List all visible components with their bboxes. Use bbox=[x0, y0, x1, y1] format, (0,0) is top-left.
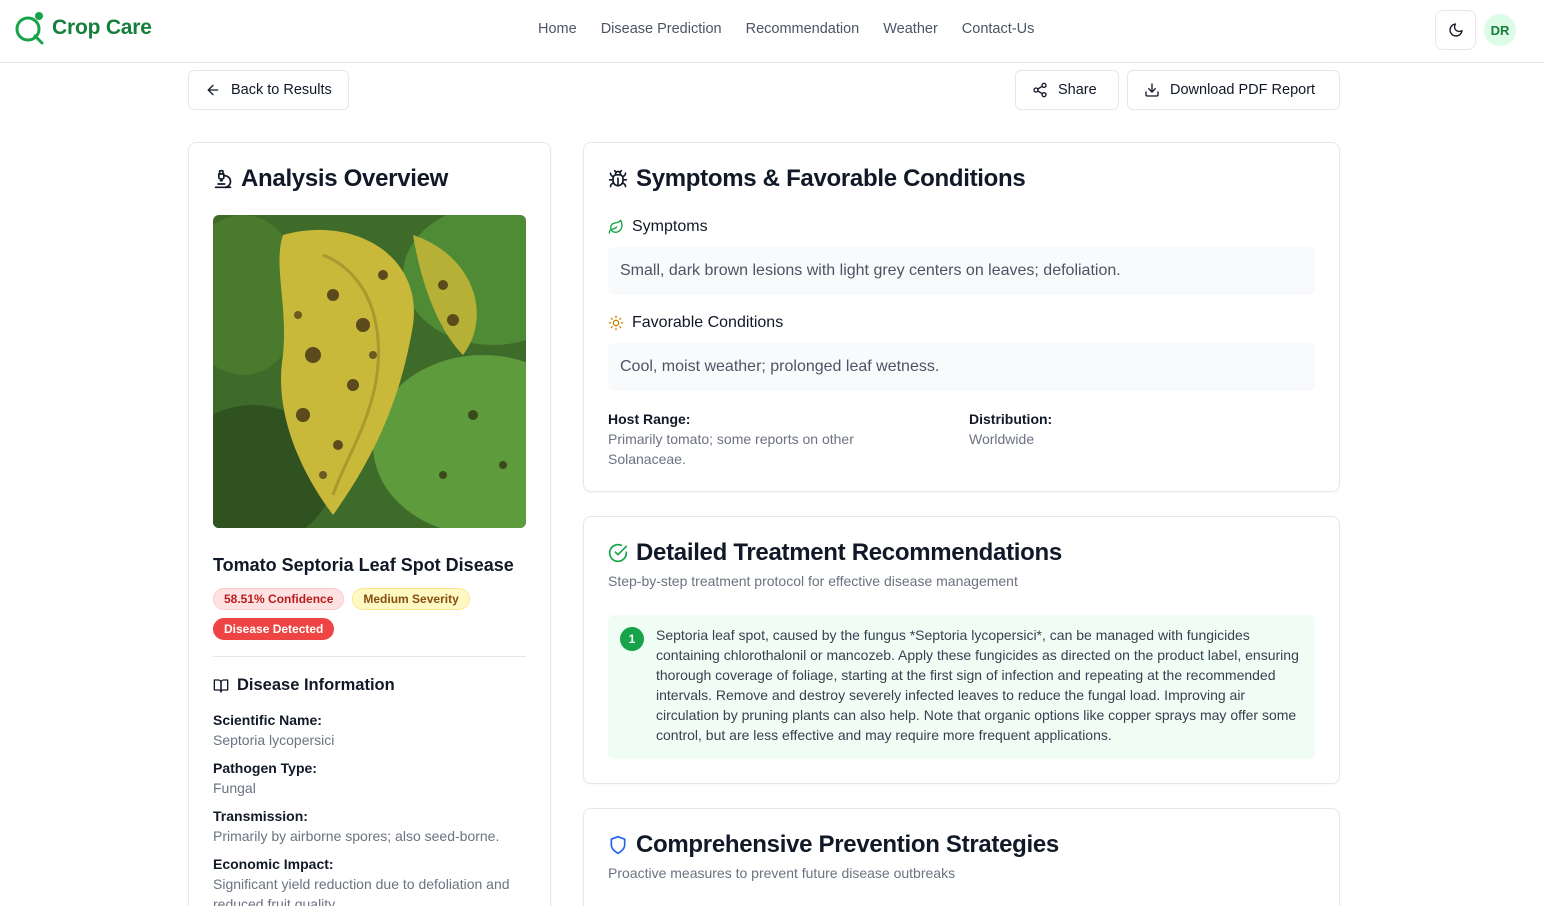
download-pdf-button[interactable]: Download PDF Report bbox=[1127, 70, 1340, 110]
info-economic-impact: Economic Impact: Significant yield reduc… bbox=[213, 854, 526, 906]
nav-weather[interactable]: Weather bbox=[883, 21, 938, 37]
share-label: Share bbox=[1058, 82, 1097, 98]
analysis-overview-title: Analysis Overview bbox=[241, 165, 449, 192]
status-badges: 58.51% Confidence Medium Severity Diseas… bbox=[213, 588, 526, 640]
symptoms-subheading: Symptoms bbox=[608, 218, 708, 236]
nav-disease-prediction[interactable]: Disease Prediction bbox=[601, 21, 722, 37]
microscope-icon bbox=[213, 168, 233, 190]
info-transmission: Transmission: Primarily by airborne spor… bbox=[213, 806, 526, 846]
info-value: Significant yield reduction due to defol… bbox=[213, 876, 510, 906]
symptoms-conditions-card: Symptoms & Favorable Conditions Symptoms… bbox=[583, 142, 1340, 492]
prevention-title: Comprehensive Prevention Strategies bbox=[636, 831, 1059, 858]
info-label: Pathogen Type: bbox=[213, 760, 317, 776]
prevention-heading: Comprehensive Prevention Strategies bbox=[608, 831, 1059, 859]
distribution: Distribution: Worldwide bbox=[969, 409, 1309, 449]
favorable-conditions-label: Favorable Conditions bbox=[632, 314, 784, 331]
disease-info-list: Scientific Name: Septoria lycopersici Pa… bbox=[213, 710, 526, 906]
disease-information-heading: Disease Information bbox=[213, 676, 395, 695]
info-value: Primarily by airborne spores; also seed-… bbox=[213, 828, 500, 844]
favorable-conditions-box: Cool, moist weather; prolonged leaf wetn… bbox=[608, 343, 1315, 391]
treatment-subtitle: Step-by-step treatment protocol for effe… bbox=[608, 573, 1018, 589]
prevention-strategies-card: Comprehensive Prevention Strategies Proa… bbox=[583, 808, 1340, 906]
info-label: Scientific Name: bbox=[213, 712, 322, 728]
share-button[interactable]: Share bbox=[1015, 70, 1119, 110]
bug-icon bbox=[608, 169, 628, 189]
share-icon bbox=[1032, 82, 1048, 98]
symptoms-box: Small, dark brown lesions with light gre… bbox=[608, 247, 1315, 295]
check-circle-icon bbox=[608, 543, 628, 563]
disease-information-title: Disease Information bbox=[237, 676, 395, 694]
top-navbar: Crop Care Home Disease Prediction Recomm… bbox=[0, 0, 1545, 63]
nav-recommendation[interactable]: Recommendation bbox=[746, 21, 860, 37]
crop-care-logo-icon bbox=[14, 11, 46, 45]
treatment-recommendations-card: Detailed Treatment Recommendations Step-… bbox=[583, 516, 1340, 784]
book-open-icon bbox=[213, 678, 229, 694]
treatment-step: 1 Septoria leaf spot, caused by the fung… bbox=[608, 615, 1315, 759]
download-icon bbox=[1144, 82, 1160, 98]
severity-badge: Medium Severity bbox=[352, 588, 470, 610]
user-avatar[interactable]: DR bbox=[1484, 14, 1516, 46]
host-range: Host Range: Primarily tomato; some repor… bbox=[608, 409, 948, 469]
distribution-label: Distribution: bbox=[969, 411, 1053, 427]
info-value: Septoria lycopersici bbox=[213, 732, 335, 748]
info-label: Transmission: bbox=[213, 808, 308, 824]
moon-icon bbox=[1448, 22, 1464, 38]
confidence-badge: 58.51% Confidence bbox=[213, 588, 345, 610]
download-label: Download PDF Report bbox=[1170, 82, 1316, 98]
symptoms-label: Symptoms bbox=[632, 218, 708, 235]
nav-home[interactable]: Home bbox=[538, 21, 577, 37]
treatment-heading: Detailed Treatment Recommendations bbox=[608, 539, 1062, 567]
info-value: Fungal bbox=[213, 780, 256, 796]
prevention-subtitle: Proactive measures to prevent future dis… bbox=[608, 865, 956, 881]
sun-icon bbox=[608, 315, 624, 331]
step-text: Septoria leaf spot, caused by the fungus… bbox=[656, 627, 1299, 743]
analysis-overview-card: Analysis Overview Tomato Septoria Leaf S… bbox=[188, 142, 551, 906]
host-range-value: Primarily tomato; some reports on other … bbox=[608, 431, 854, 467]
disease-detected-badge: Disease Detected bbox=[213, 618, 335, 640]
shield-icon bbox=[608, 835, 628, 855]
back-label: Back to Results bbox=[231, 82, 332, 98]
host-range-label: Host Range: bbox=[608, 411, 691, 427]
arrow-left-icon bbox=[205, 82, 221, 98]
symptoms-conditions-title: Symptoms & Favorable Conditions bbox=[636, 165, 1026, 192]
theme-toggle-button[interactable] bbox=[1435, 10, 1476, 50]
main-nav: Home Disease Prediction Recommendation W… bbox=[538, 21, 1034, 37]
back-to-results-button[interactable]: Back to Results bbox=[188, 70, 349, 110]
info-scientific-name: Scientific Name: Septoria lycopersici bbox=[213, 710, 526, 750]
treatment-title: Detailed Treatment Recommendations bbox=[636, 539, 1062, 566]
info-label: Economic Impact: bbox=[213, 856, 334, 872]
info-pathogen-type: Pathogen Type: Fungal bbox=[213, 758, 526, 798]
brand-logo[interactable]: Crop Care bbox=[14, 11, 152, 45]
analysis-overview-heading: Analysis Overview bbox=[213, 165, 448, 193]
distribution-value: Worldwide bbox=[969, 431, 1035, 447]
favorable-conditions-subheading: Favorable Conditions bbox=[608, 314, 783, 332]
leaf-icon bbox=[608, 219, 624, 235]
nav-contact-us[interactable]: Contact-Us bbox=[962, 21, 1035, 37]
divider bbox=[213, 656, 526, 657]
disease-name: Tomato Septoria Leaf Spot Disease bbox=[213, 555, 514, 575]
diseased-leaf-image bbox=[213, 215, 526, 528]
brand-name: Crop Care bbox=[52, 16, 152, 39]
symptoms-conditions-heading: Symptoms & Favorable Conditions bbox=[608, 165, 1026, 193]
step-number: 1 bbox=[620, 627, 644, 651]
